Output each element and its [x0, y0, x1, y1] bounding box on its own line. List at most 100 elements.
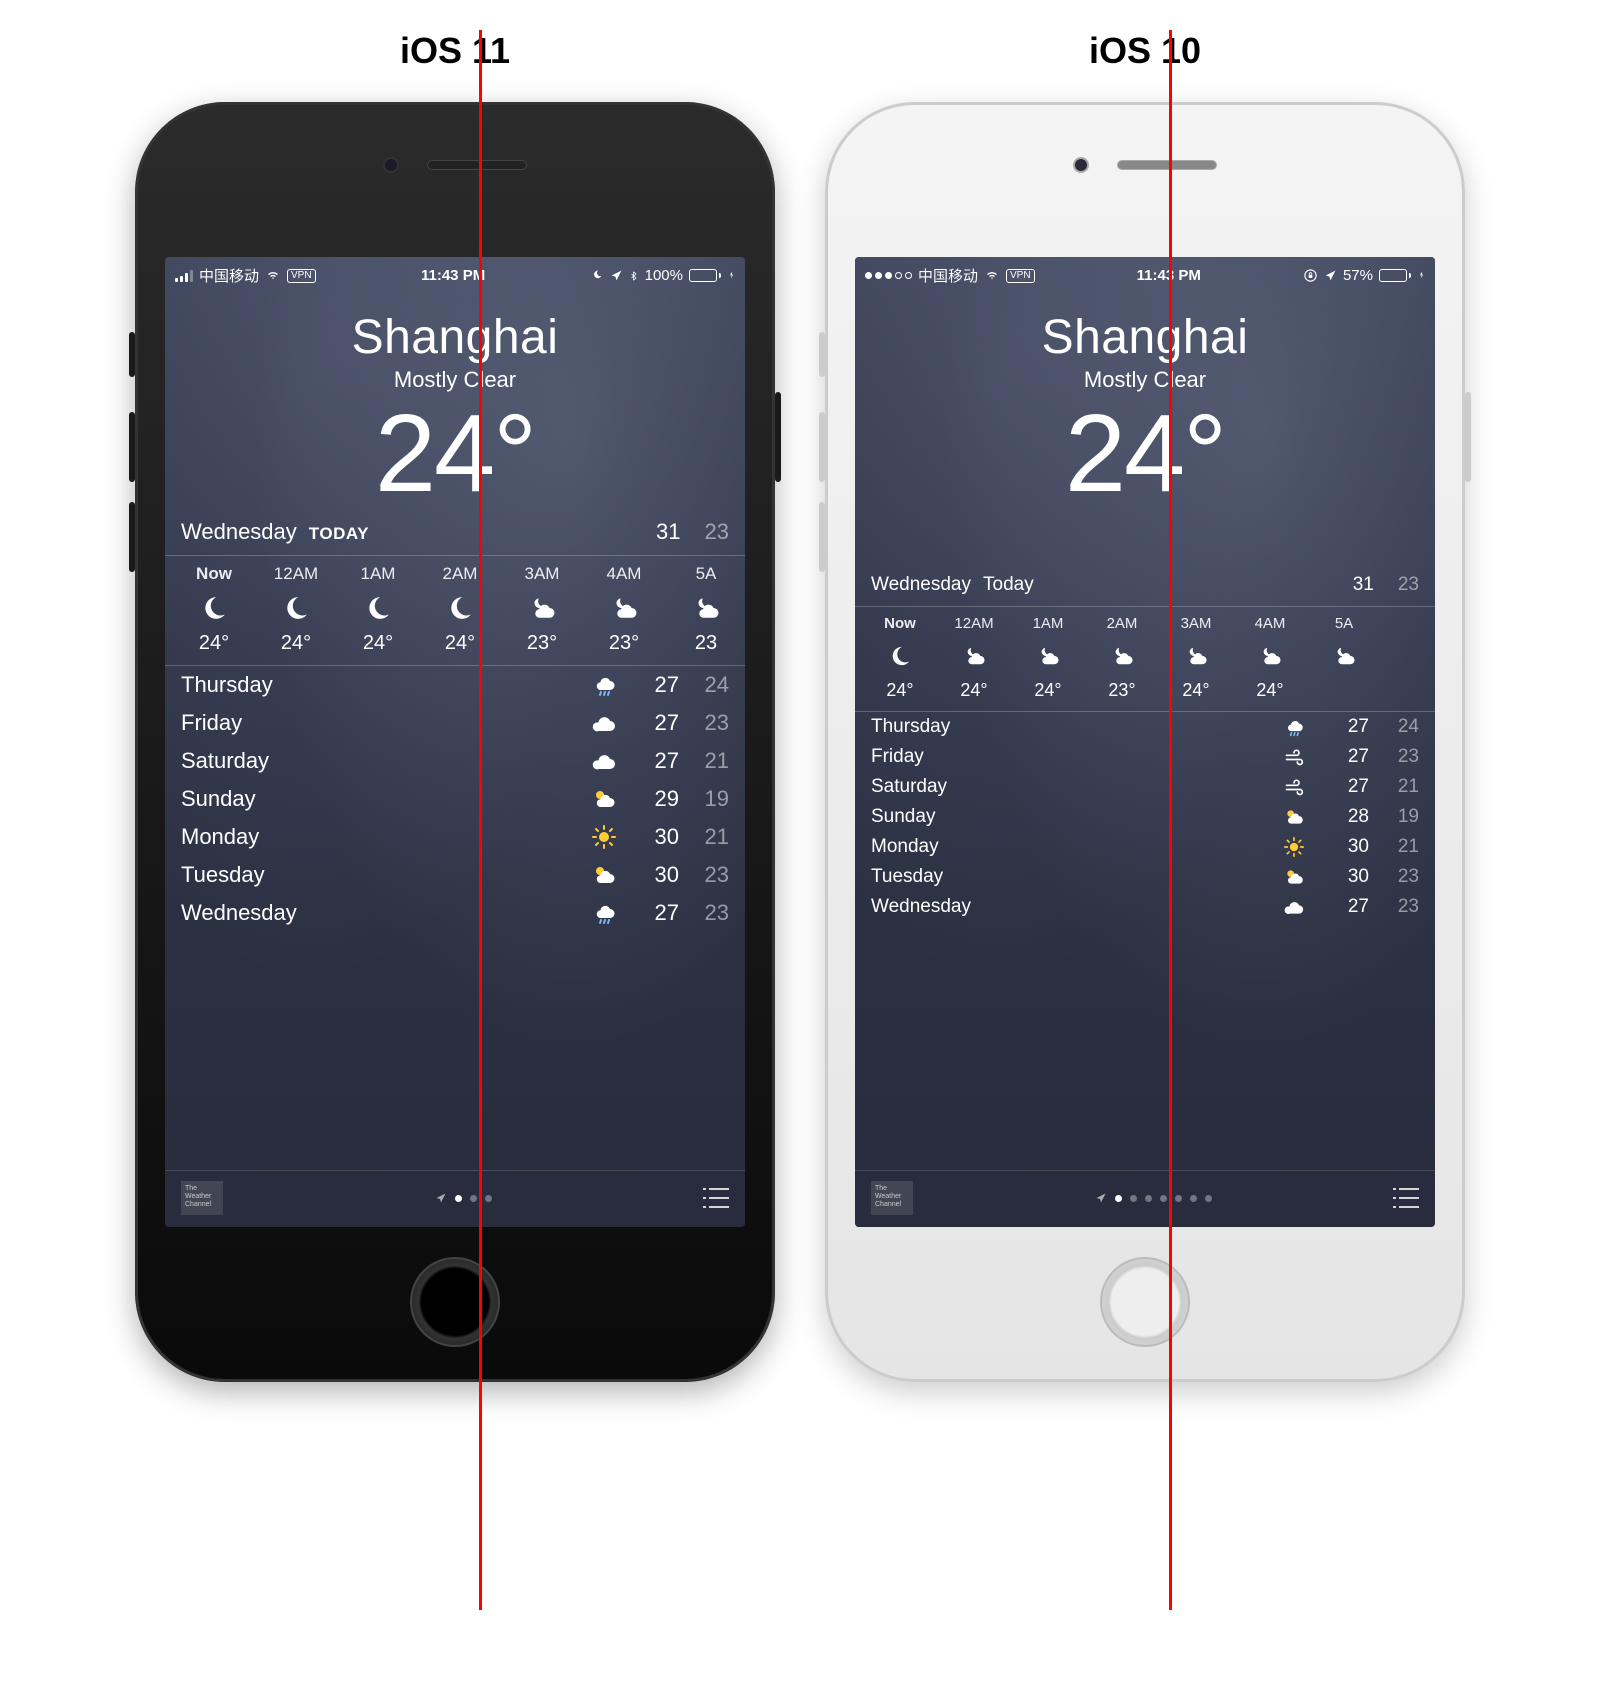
center-marker-line — [479, 30, 482, 1610]
sun-cloud-icon — [592, 863, 616, 887]
daily-forecast[interactable]: Thursday 27 24 Friday 27 23 Saturday 27 … — [165, 666, 745, 1170]
page-dot[interactable] — [1205, 1195, 1212, 1202]
day-low: 23 — [679, 900, 729, 926]
daily-row: Saturday 27 21 — [165, 742, 745, 780]
hour-label: 12AM — [954, 615, 993, 632]
moon-icon — [447, 595, 473, 621]
hour-temp: 24° — [1034, 680, 1061, 701]
hour-label: 12AM — [274, 564, 318, 584]
moon-icon — [889, 645, 911, 667]
page-dot[interactable] — [1115, 1195, 1122, 1202]
status-time: 11:43 PM — [421, 267, 485, 284]
hour-temp: 24° — [886, 680, 913, 701]
column-ios10: iOS 10 中国移动 V — [825, 30, 1465, 1693]
page-dot[interactable] — [1130, 1195, 1137, 1202]
day-high: 27 — [629, 672, 679, 698]
daily-row: Thursday 27 24 — [855, 712, 1435, 742]
day-low: 24 — [679, 672, 729, 698]
day-name: Monday — [871, 836, 1269, 858]
today-summary-row: Wednesday TODAY 31 23 — [165, 509, 745, 556]
sun-cloud-icon — [1284, 807, 1304, 827]
earpiece-speaker — [427, 160, 527, 170]
cloud-night-icon — [1111, 645, 1133, 667]
volume-down-button — [129, 502, 135, 572]
weather-channel-logo[interactable]: The Weather Channel — [871, 1181, 913, 1215]
hourly-item: 1AM 24° — [1011, 615, 1085, 701]
daily-row: Tuesday 30 23 — [855, 862, 1435, 892]
home-button[interactable] — [410, 1257, 500, 1347]
daily-row: Sunday 28 19 — [855, 802, 1435, 832]
cloud-night-icon — [963, 645, 985, 667]
daily-row: Wednesday 27 23 — [165, 894, 745, 932]
day-name: Thursday — [871, 716, 1269, 738]
page-dot[interactable] — [455, 1195, 462, 1202]
hourly-forecast[interactable]: Now 24° 12AM 24° 1AM 24° 2AM 24° 3AM 23°… — [165, 556, 745, 666]
cloud-icon — [592, 749, 616, 773]
page-indicator[interactable] — [1095, 1192, 1212, 1204]
condition-label: Mostly Clear — [855, 367, 1435, 393]
city-name: Shanghai — [855, 310, 1435, 365]
page-dot[interactable] — [1145, 1195, 1152, 1202]
hour-temp: 23° — [1108, 680, 1135, 701]
wind-icon — [1284, 777, 1304, 797]
page-dot[interactable] — [1160, 1195, 1167, 1202]
day-name: Tuesday — [871, 866, 1269, 888]
cloud-night-icon — [611, 595, 637, 621]
day-low: 19 — [1369, 806, 1419, 828]
daily-row: Sunday 29 19 — [165, 780, 745, 818]
hour-temp: 23° — [527, 632, 557, 655]
bluetooth-icon — [629, 269, 639, 283]
day-name: Thursday — [181, 672, 579, 698]
today-high: 31 — [656, 519, 680, 545]
city-list-button[interactable] — [703, 1188, 729, 1208]
cloud-night-icon — [1259, 645, 1281, 667]
front-camera — [383, 157, 399, 173]
day-name: Wednesday — [871, 896, 1269, 918]
vpn-badge: VPN — [1006, 269, 1035, 283]
orientation-lock-icon — [1303, 268, 1318, 283]
day-high: 27 — [629, 900, 679, 926]
day-name: Wednesday — [181, 900, 579, 926]
weather-header: Shanghai Mostly Clear 24° — [165, 292, 745, 509]
hour-temp: 24° — [363, 632, 393, 655]
page-dot[interactable] — [485, 1195, 492, 1202]
hourly-item: 1AM 24° — [337, 564, 419, 655]
cloud-night-icon — [693, 595, 719, 621]
home-button[interactable] — [1100, 1257, 1190, 1347]
page-indicator[interactable] — [435, 1192, 492, 1204]
carrier-label: 中国移动 — [199, 265, 259, 286]
day-low: 21 — [679, 824, 729, 850]
hourly-item: 4AM 23° — [583, 564, 665, 655]
signal-bars-icon — [175, 270, 193, 282]
today-low: 23 — [705, 519, 729, 545]
cloud-icon — [592, 711, 616, 735]
today-label: Today — [983, 574, 1034, 596]
page-dot[interactable] — [1190, 1195, 1197, 1202]
hourly-item: 5A 23 — [665, 564, 745, 655]
day-high: 27 — [629, 710, 679, 736]
today-high: 31 — [1353, 574, 1374, 596]
day-high: 28 — [1319, 806, 1369, 828]
day-high: 30 — [629, 862, 679, 888]
hourly-item: 12AM 24° — [255, 564, 337, 655]
charging-bolt-icon — [1417, 269, 1425, 283]
hour-label: 5A — [696, 564, 717, 584]
hourly-item: Now 24° — [863, 615, 937, 701]
city-list-button[interactable] — [1393, 1188, 1419, 1208]
moon-icon — [365, 595, 391, 621]
page-dot[interactable] — [470, 1195, 477, 1202]
hour-label: 4AM — [1255, 615, 1286, 632]
daily-forecast[interactable]: Thursday 27 24 Friday 27 23 Saturday 27 … — [855, 712, 1435, 1170]
mute-switch — [819, 332, 825, 377]
hour-label: 3AM — [1181, 615, 1212, 632]
hourly-item: 5A — [1307, 615, 1381, 701]
day-low: 21 — [1369, 836, 1419, 858]
day-name: Tuesday — [181, 862, 579, 888]
weather-channel-logo[interactable]: The Weather Channel — [181, 1181, 223, 1215]
bottom-bar: The Weather Channel — [165, 1170, 745, 1227]
page-dot[interactable] — [1175, 1195, 1182, 1202]
hourly-forecast[interactable]: Now 24° 12AM 24° 1AM 24° 2AM 23° 3AM 24°… — [855, 607, 1435, 712]
cloud-night-icon — [1185, 645, 1207, 667]
status-bar: 中国移动 VPN 11:43 PM 57% — [855, 257, 1435, 292]
hour-temp: 24° — [1256, 680, 1283, 701]
